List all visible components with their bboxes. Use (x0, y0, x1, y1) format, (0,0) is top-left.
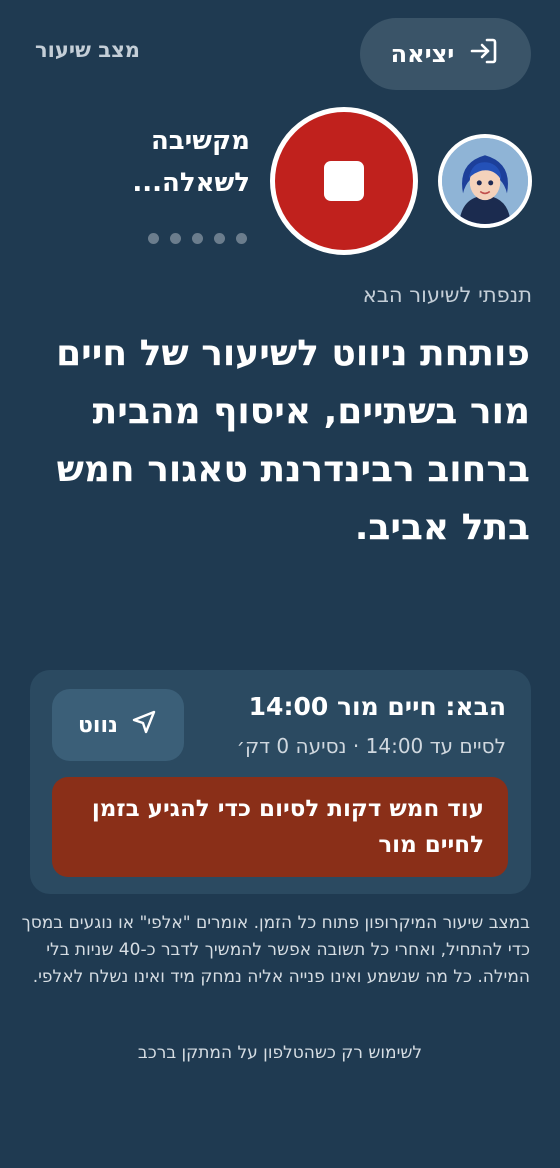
indicator-dot (170, 233, 181, 244)
indicator-dot (192, 233, 203, 244)
next-lesson-title: הבא: חיים מור 14:00 (248, 692, 506, 721)
mode-label: מצב שיעור (35, 38, 140, 62)
exit-button[interactable]: יציאה (360, 18, 531, 90)
exit-icon (468, 35, 500, 73)
navigate-icon (130, 708, 158, 742)
listening-status: מקשיבה לשאלה... (132, 126, 250, 198)
mode-description: במצב שיעור המיקרופון פתוח כל הזמן. אומרי… (21, 913, 530, 987)
listening-indicator (148, 233, 247, 244)
indicator-dot (148, 233, 159, 244)
next-lesson-subtitle: לסיים עד 14:00 · נסיעה 0 דק׳ (236, 734, 506, 758)
navigation-message: פותחת ניווט לשיעור של חיים מור בשתיים, א… (56, 333, 530, 548)
indicator-dot (236, 233, 247, 244)
time-warning: עוד חמש דקות לסיום כדי להגיע בזמן לחיים … (52, 777, 508, 877)
next-lesson-card: הבא: חיים מור 14:00 לסיים עד 14:00 · נסי… (30, 670, 531, 894)
stop-button[interactable] (270, 107, 418, 255)
navigate-label: נווט (77, 712, 118, 738)
next-lesson-label: תנפתי לשיעור הבא (362, 283, 532, 307)
avatar (438, 134, 532, 228)
stop-icon (324, 161, 364, 201)
usage-footnote: לשימוש רק כשהטלפון על המתקן ברכב (137, 1043, 423, 1063)
indicator-dot (214, 233, 225, 244)
exit-label: יציאה (390, 40, 455, 68)
navigate-button[interactable]: נווט (52, 689, 184, 761)
